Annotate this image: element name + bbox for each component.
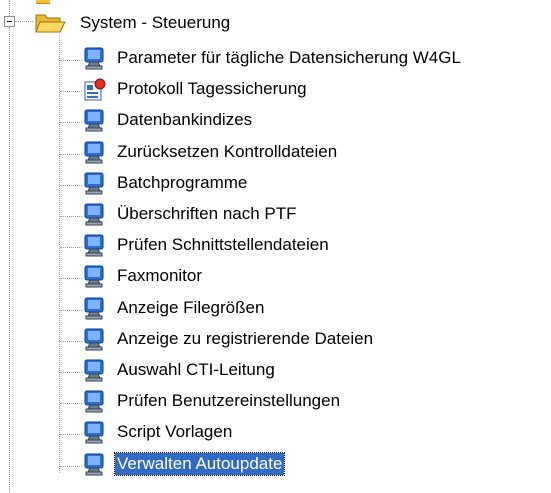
tree-item[interactable]: Parameter für tägliche Datensicherung W4… xyxy=(80,44,550,73)
tree-guide-line xyxy=(15,21,33,22)
tree-item-label: Protokoll Tagessicherung xyxy=(117,79,307,99)
tree-item-label: Prüfen Schnittstellendateien xyxy=(117,235,329,255)
tree-item[interactable]: Anzeige Filegrößen xyxy=(80,294,550,323)
tree-guide-line xyxy=(60,216,82,217)
tree-item[interactable]: Zurücksetzen Kontrolldateien xyxy=(80,138,550,167)
tree-guide-line xyxy=(60,340,82,342)
tree-item[interactable]: Verwalten Autoupdate xyxy=(80,450,550,479)
tree-guide-line xyxy=(60,372,82,373)
tree-guide-line xyxy=(60,60,82,61)
monitor-icon xyxy=(80,233,108,259)
tree-guide-line xyxy=(60,434,82,436)
tree-guide-line xyxy=(60,247,82,249)
tree-item-label: Anzeige zu registrierende Dateien xyxy=(117,328,374,348)
tree-item-label: Script Vorlagen xyxy=(117,422,233,442)
tree-item-label: Anzeige Filegrößen xyxy=(117,297,265,317)
tree-item-label: Überschriften nach PTF xyxy=(117,204,297,223)
monitor-icon xyxy=(80,171,108,197)
tree-item[interactable]: Script Vorlagen xyxy=(80,418,550,447)
monitor-icon xyxy=(80,140,108,166)
collapse-toggle-button[interactable] xyxy=(4,16,15,27)
tree-guide-line xyxy=(60,403,82,405)
tree-item-label: Batchprogramme xyxy=(117,172,248,192)
open-folder-icon xyxy=(35,14,66,33)
tree-guide-line xyxy=(60,122,82,124)
tree-item[interactable]: Anzeige zu registrierende Dateien xyxy=(80,325,550,354)
monitor-icon xyxy=(80,389,108,415)
tree-item[interactable]: Auswahl CTI-Leitung xyxy=(80,356,550,385)
folder-icon-partial xyxy=(36,0,50,4)
monitor-icon xyxy=(80,358,108,384)
tree-guide-line xyxy=(59,36,60,473)
tree-guide-line xyxy=(60,184,82,186)
tree-guide-line xyxy=(60,153,82,155)
monitor-icon xyxy=(80,296,108,322)
tree-item-label: Datenbankindizes xyxy=(117,110,253,130)
tree-guide-line xyxy=(60,465,82,467)
tree-item-label: Parameter für tägliche Datensicherung W4… xyxy=(117,48,461,67)
monitor-icon xyxy=(80,264,108,290)
tree-item-label: Faxmonitor xyxy=(117,266,203,286)
monitor-icon xyxy=(80,327,108,353)
tree-guide-line xyxy=(9,27,10,493)
monitor-icon xyxy=(80,108,108,134)
tree-item-label: Zurücksetzen Kontrolldateien xyxy=(117,141,338,161)
tree-item[interactable]: Protokoll Tagessicherung xyxy=(80,75,550,104)
monitor-icon xyxy=(80,420,108,446)
monitor-icon xyxy=(80,46,108,72)
tree-guide-line xyxy=(9,0,10,16)
tree-view[interactable]: System - Steuerung Parameter für täglich… xyxy=(0,0,551,493)
tree-root-label[interactable]: System - Steuerung xyxy=(80,11,230,35)
tree-guide-line xyxy=(60,309,82,311)
tree-item-label: Prüfen Benutzereinstellungen xyxy=(117,391,341,411)
monitor-icon xyxy=(80,452,108,478)
tree-item-label: Auswahl CTI-Leitung xyxy=(117,360,275,379)
tree-item[interactable]: Faxmonitor xyxy=(80,262,550,291)
tree-item[interactable]: Prüfen Schnittstellendateien xyxy=(80,231,550,260)
tree-guide-line xyxy=(60,278,82,280)
tree-item[interactable]: Überschriften nach PTF xyxy=(80,200,550,229)
report-icon xyxy=(80,77,108,103)
tree-item[interactable]: Datenbankindizes xyxy=(80,106,550,135)
tree-item[interactable]: Batchprogramme xyxy=(80,169,550,198)
tree-guide-line xyxy=(60,91,82,93)
monitor-icon xyxy=(80,202,108,228)
tree-item[interactable]: Prüfen Benutzereinstellungen xyxy=(80,387,550,416)
tree-item-label: Verwalten Autoupdate xyxy=(113,451,286,476)
